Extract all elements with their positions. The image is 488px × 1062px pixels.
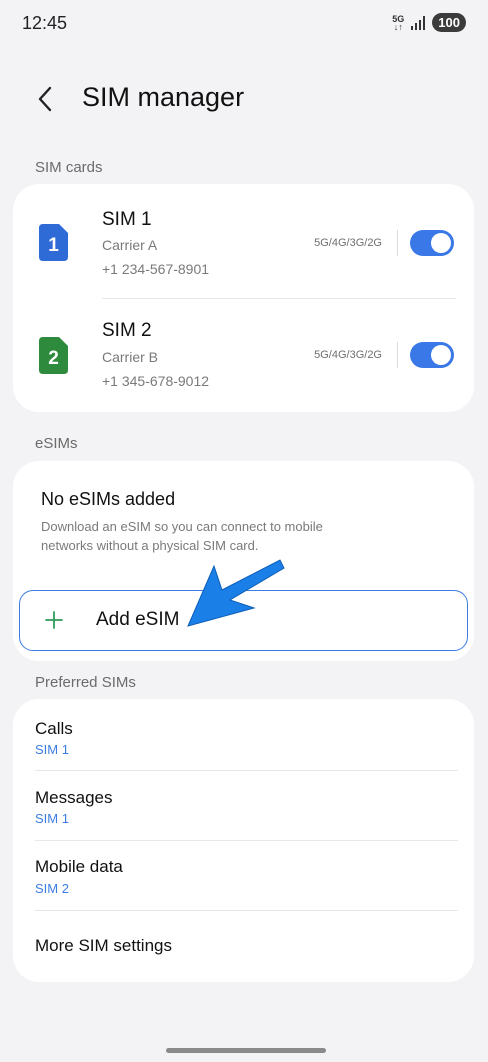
network-type-indicator: 5G ↓↑: [392, 14, 404, 32]
plus-icon: [45, 611, 63, 629]
sim-row-2[interactable]: 2 SIM 2 Carrier B +1 345-678-9012 5G/4G/…: [13, 299, 474, 412]
sim-card-icon: 1: [39, 224, 68, 261]
preferred-mobile-data-row[interactable]: Mobile data SIM 2: [13, 841, 474, 910]
preferred-calls-row[interactable]: Calls SIM 1: [13, 699, 474, 770]
status-time: 12:45: [22, 13, 68, 33]
page-title: SIM manager: [82, 82, 245, 112]
no-esims-description: Download an eSIM so you can connect to m…: [41, 519, 323, 553]
signal-icon: [411, 15, 426, 30]
sim-network-mode: 5G/4G/3G/2G: [314, 237, 382, 249]
sim-1-toggle[interactable]: [410, 230, 454, 256]
sim-name: SIM 1: [102, 209, 152, 230]
sim-card-icon: 2: [39, 337, 68, 374]
back-button[interactable]: [30, 84, 60, 114]
svg-text:1: 1: [48, 235, 59, 256]
pref-value: SIM 2: [35, 881, 69, 896]
more-sim-settings-label: More SIM settings: [35, 936, 172, 955]
status-icons: 5G ↓↑ 100: [392, 13, 466, 32]
toggle-knob: [431, 345, 451, 365]
no-esims-title: No eSIMs added: [41, 489, 176, 509]
pref-title: Calls: [35, 719, 73, 738]
sim-cards-card: 1 SIM 1 Carrier A +1 234-567-8901 5G/4G/…: [13, 184, 474, 412]
battery-indicator: 100: [432, 13, 466, 32]
pref-value: SIM 1: [35, 742, 69, 757]
svg-text:2: 2: [48, 348, 59, 369]
chevron-left-icon: [38, 86, 52, 112]
sim-2-toggle[interactable]: [410, 342, 454, 368]
data-activity-icon: ↓↑: [393, 21, 403, 32]
pref-title: Messages: [35, 788, 113, 807]
pref-title: Mobile data: [35, 857, 123, 876]
vertical-divider: [397, 342, 398, 368]
vertical-divider: [397, 230, 398, 256]
preferred-sims-section-label: Preferred SIMs: [35, 674, 136, 691]
sim-carrier: Carrier B: [102, 349, 159, 365]
add-esim-button[interactable]: Add eSIM: [19, 590, 468, 651]
status-bar: 12:45 5G ↓↑ 100: [0, 0, 488, 48]
sim-phone-number: +1 345-678-9012: [102, 373, 210, 389]
preferred-messages-row[interactable]: Messages SIM 1: [13, 771, 474, 840]
toggle-knob: [431, 233, 451, 253]
sim-row-1[interactable]: 1 SIM 1 Carrier A +1 234-567-8901 5G/4G/…: [13, 184, 474, 297]
more-sim-settings-row[interactable]: More SIM settings: [13, 911, 474, 982]
sim-manager-screen: 12:45 5G ↓↑ 100 SIM manager SIM cards 1 …: [0, 0, 488, 1062]
esims-section-label: eSIMs: [35, 435, 78, 452]
sim-network-mode: 5G/4G/3G/2G: [314, 349, 382, 361]
preferred-sims-card: Calls SIM 1 Messages SIM 1 Mobile data S…: [13, 699, 474, 982]
sim-carrier: Carrier A: [102, 237, 158, 253]
pref-value: SIM 1: [35, 811, 69, 826]
add-esim-label: Add eSIM: [96, 609, 180, 630]
home-indicator[interactable]: [166, 1048, 326, 1053]
sim-cards-section-label: SIM cards: [35, 159, 103, 176]
sim-phone-number: +1 234-567-8901: [102, 261, 210, 277]
sim-name: SIM 2: [102, 320, 152, 341]
